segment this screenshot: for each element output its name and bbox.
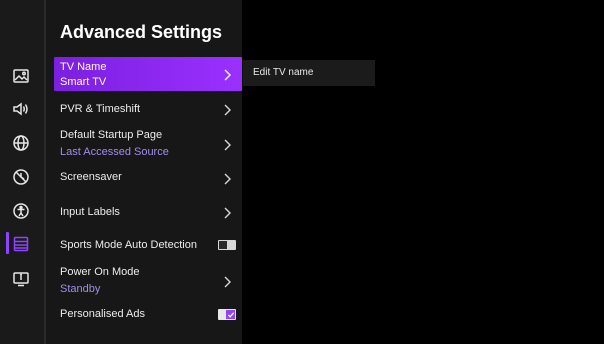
- menu-item-label: Default Startup Page: [60, 129, 163, 141]
- timer-icon[interactable]: [11, 167, 31, 187]
- settings-list-icon[interactable]: [11, 234, 31, 254]
- menu-item-label: PVR & Timeshift: [60, 103, 141, 115]
- support-icon[interactable]: [11, 269, 31, 289]
- menu-item-tv-name[interactable]: TV Name Smart TV: [54, 57, 242, 91]
- active-category-indicator: [6, 232, 9, 254]
- accessibility-icon[interactable]: [11, 201, 31, 221]
- menu-item-label: Screensaver: [60, 171, 122, 183]
- chevron-right-icon: [222, 172, 232, 185]
- checkmark-icon: [226, 310, 235, 319]
- menu-item-personalised-ads[interactable]: Personalised Ads: [54, 303, 242, 327]
- sound-icon[interactable]: [11, 99, 31, 119]
- chevron-right-icon: [222, 275, 232, 288]
- chevron-right-icon: [222, 206, 232, 219]
- menu-item-label: TV Name: [60, 61, 107, 73]
- sports-mode-toggle[interactable]: [218, 240, 236, 250]
- submenu-item-label: Edit TV name: [253, 67, 314, 78]
- submenu-edit-tv-name[interactable]: Edit TV name: [243, 60, 375, 86]
- chevron-right-icon: [222, 138, 232, 151]
- menu-item-label: Sports Mode Auto Detection: [60, 239, 197, 251]
- menu-item-sports-mode[interactable]: Sports Mode Auto Detection: [54, 233, 242, 257]
- menu-item-input-labels[interactable]: Input Labels: [54, 199, 242, 225]
- personalised-ads-checkbox[interactable]: [218, 309, 236, 320]
- page-title: Advanced Settings: [60, 22, 223, 42]
- chevron-right-icon: [222, 103, 232, 116]
- menu-item-default-startup[interactable]: Default Startup Page Last Accessed Sourc…: [54, 124, 242, 162]
- menu-item-label: Input Labels: [60, 206, 120, 218]
- menu-item-value: Last Accessed Source: [60, 146, 169, 158]
- category-rail: [0, 0, 44, 344]
- settings-panel: Advanced Settings TV Name Smart TV PVR &…: [46, 0, 242, 344]
- menu-item-screensaver[interactable]: Screensaver: [54, 165, 242, 191]
- chevron-right-icon: [222, 68, 232, 81]
- menu-item-label: Personalised Ads: [60, 308, 145, 320]
- toggle-knob: [219, 241, 227, 249]
- picture-icon[interactable]: [11, 66, 31, 86]
- menu-item-value: Standby: [60, 283, 101, 295]
- tv-screen: Advanced Settings TV Name Smart TV PVR &…: [0, 0, 604, 344]
- menu-item-pvr[interactable]: PVR & Timeshift: [54, 96, 242, 122]
- menu-item-power-on-mode[interactable]: Power On Mode Standby: [54, 262, 242, 300]
- menu-item-label: Power On Mode: [60, 266, 140, 278]
- menu-item-value: Smart TV: [60, 76, 107, 88]
- network-icon[interactable]: [11, 133, 31, 153]
